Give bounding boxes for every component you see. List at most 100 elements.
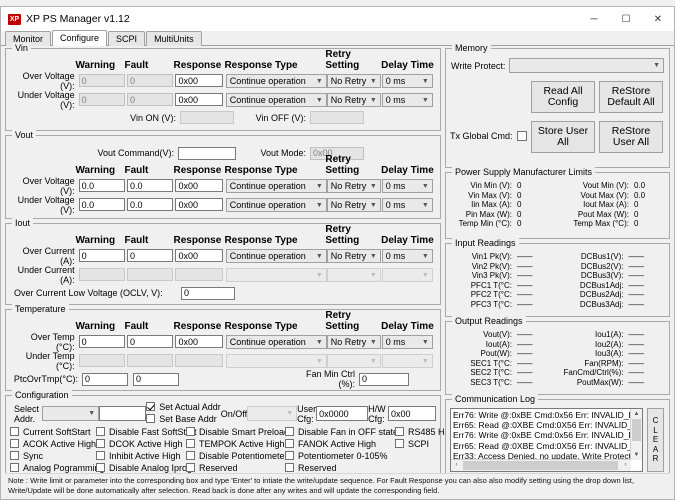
checkbox-reserved-3[interactable]: Reserved	[186, 462, 238, 473]
addr-input[interactable]	[99, 406, 147, 421]
temp-over-delay-combo[interactable]: 0 ms ▼	[381, 334, 433, 349]
vout-under-voltage-delay-combo[interactable]: 0 ms ▼	[381, 197, 433, 212]
set-base-addr-checkbox[interactable]: Set Base Addr	[146, 414, 217, 424]
vin-over-voltage-fault-input[interactable]	[127, 74, 174, 87]
checkbox-fanok-active-high[interactable]: FANOK Active High	[285, 438, 376, 449]
vout-under-voltage-fault-input[interactable]	[127, 198, 174, 211]
vin-under-voltage-response-type-combo[interactable]: Continue operation ▼	[225, 92, 327, 107]
write-protect-combo[interactable]: ▼	[509, 58, 664, 73]
log-horizontal-scrollbar[interactable]: ‹ ›	[451, 459, 631, 471]
checkbox-disable-analog-iprog[interactable]: Disable Analog Iprog	[96, 462, 192, 473]
vout-under-voltage-retry-combo[interactable]: No Retry ▼	[326, 197, 381, 212]
scroll-left-icon[interactable]: ‹	[451, 460, 462, 470]
checkbox-analog-programming[interactable]: Analog Pogramming	[10, 462, 105, 473]
tab-scpi[interactable]: SCPI	[108, 31, 146, 46]
vin-over-voltage-delay-combo[interactable]: 0 ms ▼	[381, 73, 433, 88]
group-communication-log: Communication Log Err76: Write @:0xBE Cm…	[445, 394, 670, 477]
clear-log-button[interactable]: C L E A R	[647, 408, 664, 472]
tx-global-cmd-checkbox[interactable]	[516, 131, 527, 141]
hw-cfg-input[interactable]	[388, 406, 436, 421]
ptc-ovr-temp-warning-input[interactable]	[82, 372, 128, 386]
checkbox-disable-smart-preload[interactable]: Disable Smart Preload	[186, 426, 289, 437]
vin-over-voltage-warning-input[interactable]	[78, 74, 125, 87]
vin-under-voltage-warning-input[interactable]	[78, 93, 125, 106]
scroll-right-icon[interactable]: ›	[620, 460, 631, 470]
iout-over-current-warning-input[interactable]	[78, 249, 125, 262]
vin-under-voltage-response-input[interactable]	[175, 93, 224, 106]
checkbox-acok-active-high[interactable]: ACOK Active High	[10, 438, 96, 449]
set-actual-addr-checkbox[interactable]: Set Actual Addr	[146, 402, 221, 412]
input-readings-left: Vin1 Pk(V): —— Vin2 Pk(V): —— Vin3 Pk(V): —…	[450, 252, 558, 309]
scroll-down-icon[interactable]: ▼	[631, 450, 642, 460]
restore-user-all-button[interactable]: ReStore User All	[599, 121, 663, 153]
temp-over-fault-input[interactable]	[127, 335, 174, 348]
vout-command-input[interactable]	[178, 146, 236, 160]
temp-over-retry-combo[interactable]: No Retry ▼	[326, 334, 381, 349]
iout-over-current-retry-combo[interactable]: No Retry ▼	[326, 248, 381, 263]
vin-on-input[interactable]	[180, 111, 234, 124]
checkbox-inhibit-active-high[interactable]: Inhibit Active High	[96, 450, 181, 461]
chevron-down-icon: ▼	[315, 357, 323, 365]
vout-over-voltage-retry-combo[interactable]: No Retry ▼	[326, 178, 381, 193]
iout-over-current-fault-input[interactable]	[127, 249, 174, 262]
set-base-addr-label: Set Base Addr	[159, 413, 217, 424]
pout-max-label: Pout Max (W):	[577, 209, 629, 219]
fan-min-ctrl-input[interactable]	[359, 372, 409, 386]
iout-over-current-response-type-combo[interactable]: Continue operation ▼	[225, 248, 327, 263]
vin-over-voltage-retry-combo[interactable]: No Retry ▼	[326, 73, 381, 88]
checkbox-tempok-active-high[interactable]: TEMPOK Active High	[186, 438, 285, 449]
vout-under-voltage-response-type-combo[interactable]: Continue operation ▼	[225, 197, 327, 212]
checkbox-disable-fan-in-off-state[interactable]: Disable Fan in OFF state	[285, 426, 398, 437]
scrollbar-thumb-h[interactable]	[463, 461, 618, 470]
vout-over-voltage-response-input[interactable]	[175, 179, 224, 192]
temp-over-response-type-combo[interactable]: Continue operation ▼	[225, 334, 327, 349]
scroll-up-icon[interactable]: ▲	[631, 409, 642, 419]
tab-multiunits[interactable]: MultiUnits	[146, 31, 202, 46]
maximize-icon[interactable]: ☐	[610, 7, 642, 31]
temp-over-warning-input[interactable]	[78, 335, 125, 348]
vout-over-voltage-response-type-combo[interactable]: Continue operation ▼	[225, 178, 327, 193]
scrollbar-thumb[interactable]	[632, 419, 641, 441]
checkbox-disable-potentiometer[interactable]: Disable Potentiometer	[186, 450, 288, 461]
vin-under-voltage-delay-combo[interactable]: 0 ms ▼	[381, 92, 433, 107]
communication-log-textarea[interactable]: Err76: Write @:0xBE Cmd:0x56 Err: INVALI…	[450, 408, 643, 472]
vout-under-voltage-response-input[interactable]	[175, 198, 224, 211]
chevron-down-icon: ▼	[315, 252, 323, 260]
vout-under-voltage-warning-input[interactable]	[78, 198, 125, 211]
vin-over-voltage-response-input[interactable]	[175, 74, 224, 87]
read-all-config-button[interactable]: Read All Config	[531, 81, 595, 113]
checkbox-potentiometer-0-105[interactable]: Potentiometer 0-105%	[285, 450, 388, 461]
store-user-all-button[interactable]: Store User All	[531, 121, 595, 153]
close-icon[interactable]: ✕	[642, 7, 674, 31]
group-memory: Memory Write Protect: ▼ Read All Config …	[445, 43, 670, 168]
log-vertical-scrollbar[interactable]: ▲ ▼	[630, 409, 642, 460]
vout-over-voltage-fault-input[interactable]	[127, 179, 174, 192]
vin-off-input[interactable]	[310, 111, 364, 124]
minimize-icon[interactable]: ─	[578, 7, 610, 31]
checkbox-dcok-active-high[interactable]: DCOK Active High	[96, 438, 183, 449]
checkbox-scpi[interactable]: SCPI	[395, 438, 429, 449]
checkbox-box	[10, 463, 19, 472]
vin-over-voltage-response-type-combo[interactable]: Continue operation ▼	[225, 73, 327, 88]
checkbox-reserved-4[interactable]: Reserved	[285, 462, 337, 473]
restore-default-all-button[interactable]: ReStore Default All	[599, 81, 663, 113]
checkbox-disable-fast-softstart[interactable]: Disable Fast SoftStart	[96, 426, 197, 437]
onoff-combo[interactable]: ▼	[247, 406, 298, 421]
tx-global-cmd-label: Tx Global Cmd:	[450, 131, 513, 141]
temp-over-response-input[interactable]	[175, 335, 224, 348]
checkbox-current-softstart[interactable]: Current SoftStart	[10, 426, 91, 437]
vout-over-voltage-warning-input[interactable]	[78, 179, 125, 192]
checkbox-box	[10, 451, 19, 460]
user-cfg-input[interactable]	[316, 406, 369, 421]
checkbox-sync[interactable]: Sync	[10, 450, 43, 461]
oclv-input[interactable]	[181, 286, 235, 300]
ptc-ovr-temp-fault-input[interactable]	[133, 372, 179, 386]
vout-over-voltage-delay-combo[interactable]: 0 ms ▼	[381, 178, 433, 193]
iout-over-current-delay-combo[interactable]: 0 ms ▼	[381, 248, 433, 263]
tab-configure[interactable]: Configure	[52, 30, 108, 46]
select-addr-combo[interactable]: ▼	[42, 406, 100, 421]
vin-under-voltage-fault-input[interactable]	[127, 93, 174, 106]
vin-under-voltage-retry-combo[interactable]: No Retry ▼	[326, 92, 381, 107]
iout-over-current-response-input[interactable]	[175, 249, 224, 262]
vout-under-voltage-row: Under Voltage (V): Continue operation ▼ N…	[12, 195, 434, 215]
